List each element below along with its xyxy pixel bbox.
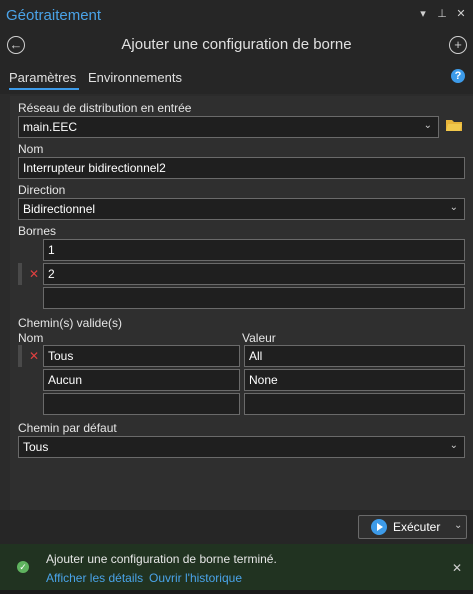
add-icon[interactable]: + [449,36,467,54]
network-value: main.EEC [23,120,78,134]
paths-column-name: Nom [18,331,44,345]
history-link[interactable]: Ouvrir l'historique [149,571,242,585]
direction-select[interactable]: Bidirectionnel ⌄ [18,198,465,220]
close-icon[interactable]: ✕ [452,561,462,575]
help-icon[interactable]: ? [451,69,465,83]
paths-column-value: Valeur [242,331,276,345]
chevron-down-icon[interactable]: ⌄ [450,202,458,213]
window-menu-icon[interactable]: ▾ [417,8,429,20]
details-link[interactable]: Afficher les détails [46,571,143,585]
row-drag-handle[interactable] [18,263,22,285]
path-value-input[interactable]: All [244,345,465,367]
close-icon[interactable]: ✕ [455,8,467,20]
default-path-value: Tous [23,440,49,454]
terminal-row-input[interactable]: 2 [43,263,465,285]
chevron-down-icon[interactable]: ⌄ [450,440,458,451]
row-drag-handle[interactable] [18,345,22,367]
terminal-row-input[interactable]: 1 [43,239,465,261]
valid-paths-label: Chemin(s) valide(s) [18,316,123,330]
check-icon: ✓ [17,561,29,573]
chevron-down-icon[interactable]: ⌄ [454,520,462,531]
path-name-input[interactable] [43,393,240,415]
default-path-label: Chemin par défaut [18,421,117,435]
direction-value: Bidirectionnel [23,202,96,216]
path-name-input[interactable]: Aucun [43,369,240,391]
pane-title: Géotraitement [6,7,102,24]
bottom-edge [0,590,473,594]
folder-icon[interactable] [446,119,462,131]
path-name-input[interactable]: Tous [43,345,240,367]
name-input[interactable]: Interrupteur bidirectionnel2 [18,157,465,179]
delete-row-icon[interactable]: ✕ [29,350,39,362]
path-value-input[interactable]: None [244,369,465,391]
pin-icon[interactable]: ⊥ [436,8,448,20]
network-label: Réseau de distribution en entrée [18,101,192,115]
network-select[interactable]: main.EEC ⌄ [18,116,439,138]
delete-row-icon[interactable]: ✕ [29,268,39,280]
path-value-input[interactable] [244,393,465,415]
terminals-label: Bornes [18,224,57,238]
tab-environments[interactable]: Environnements [88,70,182,85]
chevron-down-icon[interactable]: ⌄ [424,120,432,131]
tool-title: Ajouter une configuration de borne [121,36,352,53]
tab-parameters[interactable]: Paramètres [9,70,76,85]
run-label: Exécuter [393,520,441,534]
terminal-row-input[interactable] [43,287,465,309]
name-label: Nom [18,142,44,156]
default-path-select[interactable]: Tous ⌄ [18,436,465,458]
notification-message: Ajouter une configuration de borne termi… [46,552,277,566]
active-tab-indicator [9,88,79,90]
play-icon [371,519,387,535]
run-button[interactable]: Exécuter ⌄ [358,515,467,539]
direction-label: Direction [18,183,66,197]
